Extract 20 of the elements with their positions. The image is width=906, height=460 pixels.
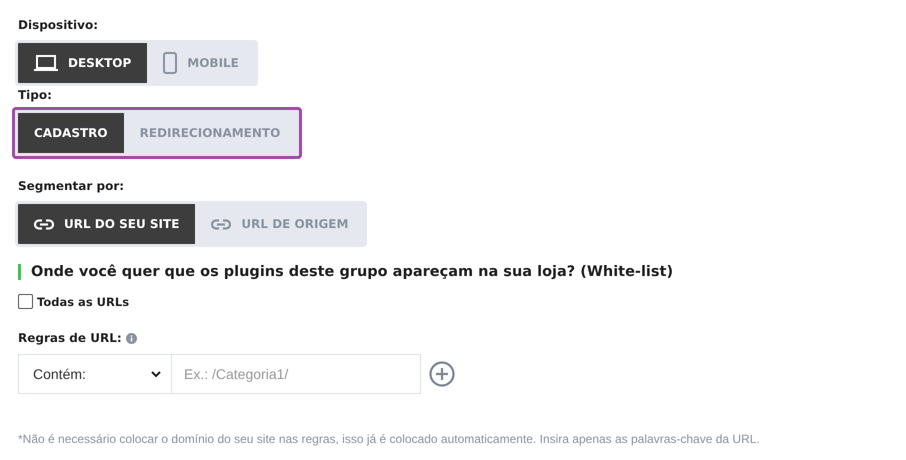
url-input[interactable]: Ex.: /Categoria1/ <box>172 354 421 394</box>
laptop-icon <box>34 54 58 72</box>
group-label: Tipo: <box>18 88 52 102</box>
phone-icon <box>163 52 178 74</box>
add-icon[interactable] <box>429 361 455 387</box>
checkbox-label: Todas as URLs <box>37 294 130 308</box>
rules-label: Regras de URL: <box>18 331 122 345</box>
condition-dropdown[interactable]: Contém: <box>18 354 172 394</box>
segment-button[interactable]: CADASTRO <box>18 113 124 153</box>
group-label: Dispositivo: <box>18 18 98 32</box>
section-title: Onde você quer que os plugins deste grupo apareçam na sua loja? (White-list) <box>18 264 888 280</box>
segment-button[interactable]: URL DO SEU SITE <box>18 204 196 244</box>
footnote: *Não é necessário colocar o domínio do seu site nas regras, isso já é colocado automaticamente. Insira apenas as palavras-chave da URL. <box>18 432 761 446</box>
checkbox[interactable] <box>18 294 33 309</box>
group-label: Segmentar por: <box>18 179 124 193</box>
chevron-icon <box>151 370 161 378</box>
link-icon <box>34 218 54 230</box>
link-icon <box>211 218 232 230</box>
segment-button[interactable]: DESKTOP <box>18 43 148 83</box>
info-icon <box>126 332 137 344</box>
